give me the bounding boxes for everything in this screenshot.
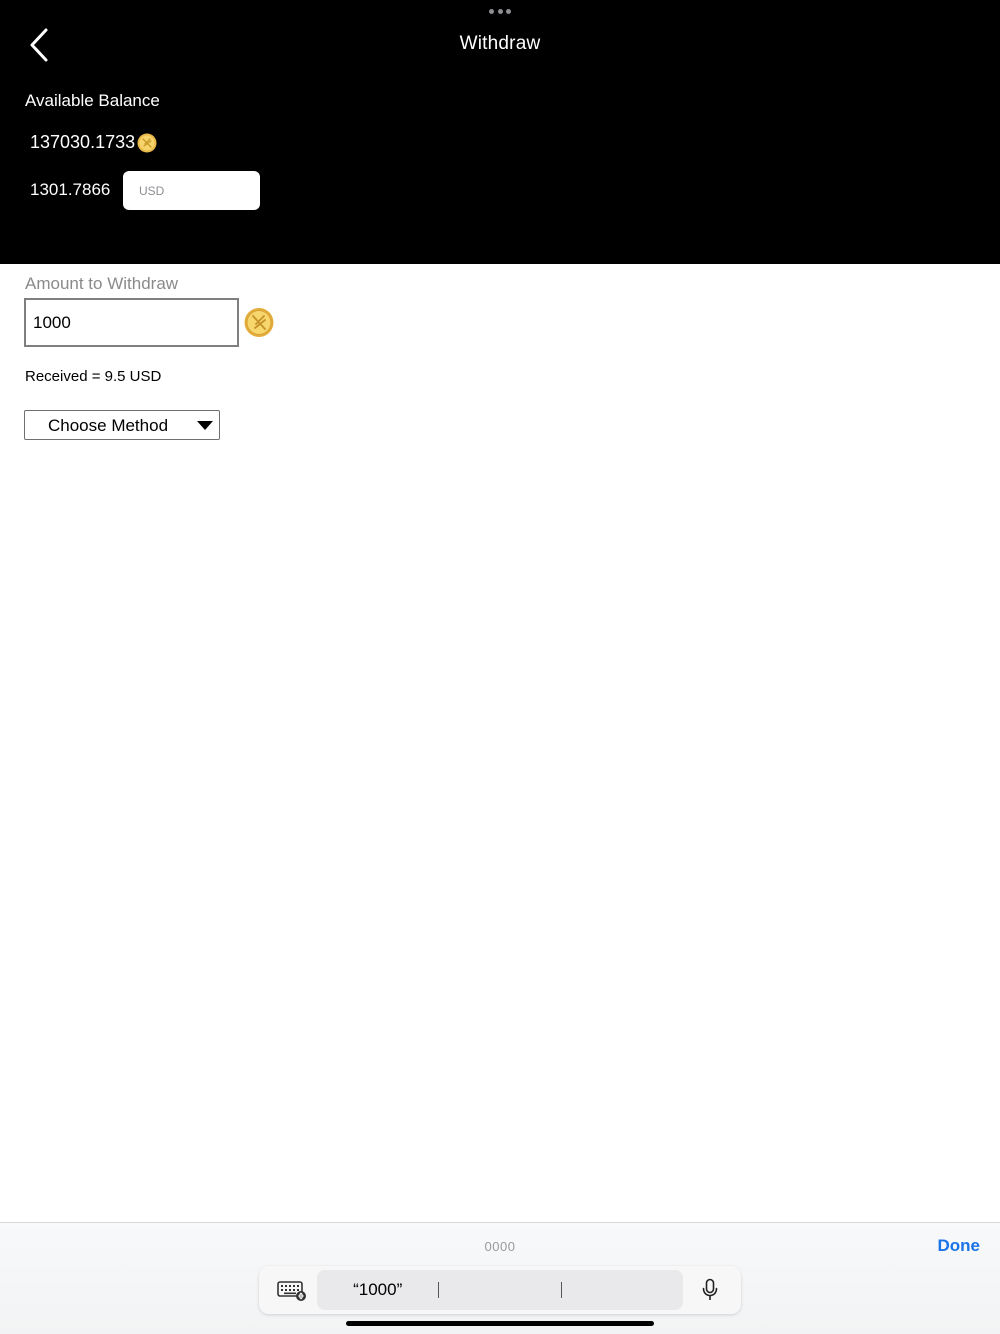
grabber-dot xyxy=(489,9,494,14)
available-balance-label: Available Balance xyxy=(25,91,160,110)
coin-balance-value: 137030.1733 xyxy=(30,132,136,152)
amount-label: Amount to Withdraw xyxy=(25,274,179,293)
amount-input[interactable] xyxy=(24,298,239,347)
suggestion-2[interactable] xyxy=(439,1278,560,1302)
done-button[interactable]: Done xyxy=(938,1236,981,1256)
grabber-dot xyxy=(497,9,503,14)
window-grabber[interactable] xyxy=(489,9,511,15)
input-hint-text: 0000 xyxy=(484,1239,516,1254)
keyboard-switch-button[interactable] xyxy=(277,1278,307,1302)
header: Withdraw Available Balance 137030.1733 1… xyxy=(0,0,1000,264)
suggestion-3[interactable] xyxy=(562,1278,683,1302)
microphone-icon xyxy=(702,1278,718,1300)
method-dropdown-label: Choose Method xyxy=(48,416,169,435)
choose-method-dropdown[interactable]: Choose Method xyxy=(24,410,220,440)
coin-balance: 137030.1733 xyxy=(30,132,157,153)
coin-icon xyxy=(137,133,157,152)
suggestion-strip: “1000” xyxy=(317,1270,683,1310)
dictation-button[interactable] xyxy=(701,1278,719,1302)
home-indicator[interactable] xyxy=(346,1321,654,1326)
keyboard-accessory-bar: 0000 Done “1000” xyxy=(0,1222,1000,1334)
grabber-dot xyxy=(506,9,511,14)
usd-balance-value: 1301.7866 xyxy=(30,180,111,199)
currency-input[interactable] xyxy=(123,171,260,210)
coin-icon xyxy=(244,308,274,337)
received-amount-text: Received = 9.5 USD xyxy=(25,368,162,385)
keyboard-icon xyxy=(277,1281,306,1301)
page-title: Withdraw xyxy=(459,33,541,54)
suggestion-1[interactable]: “1000” xyxy=(317,1278,438,1302)
keyboard-shortcut-bar: “1000” xyxy=(259,1266,741,1314)
caret-down-icon xyxy=(197,421,213,430)
